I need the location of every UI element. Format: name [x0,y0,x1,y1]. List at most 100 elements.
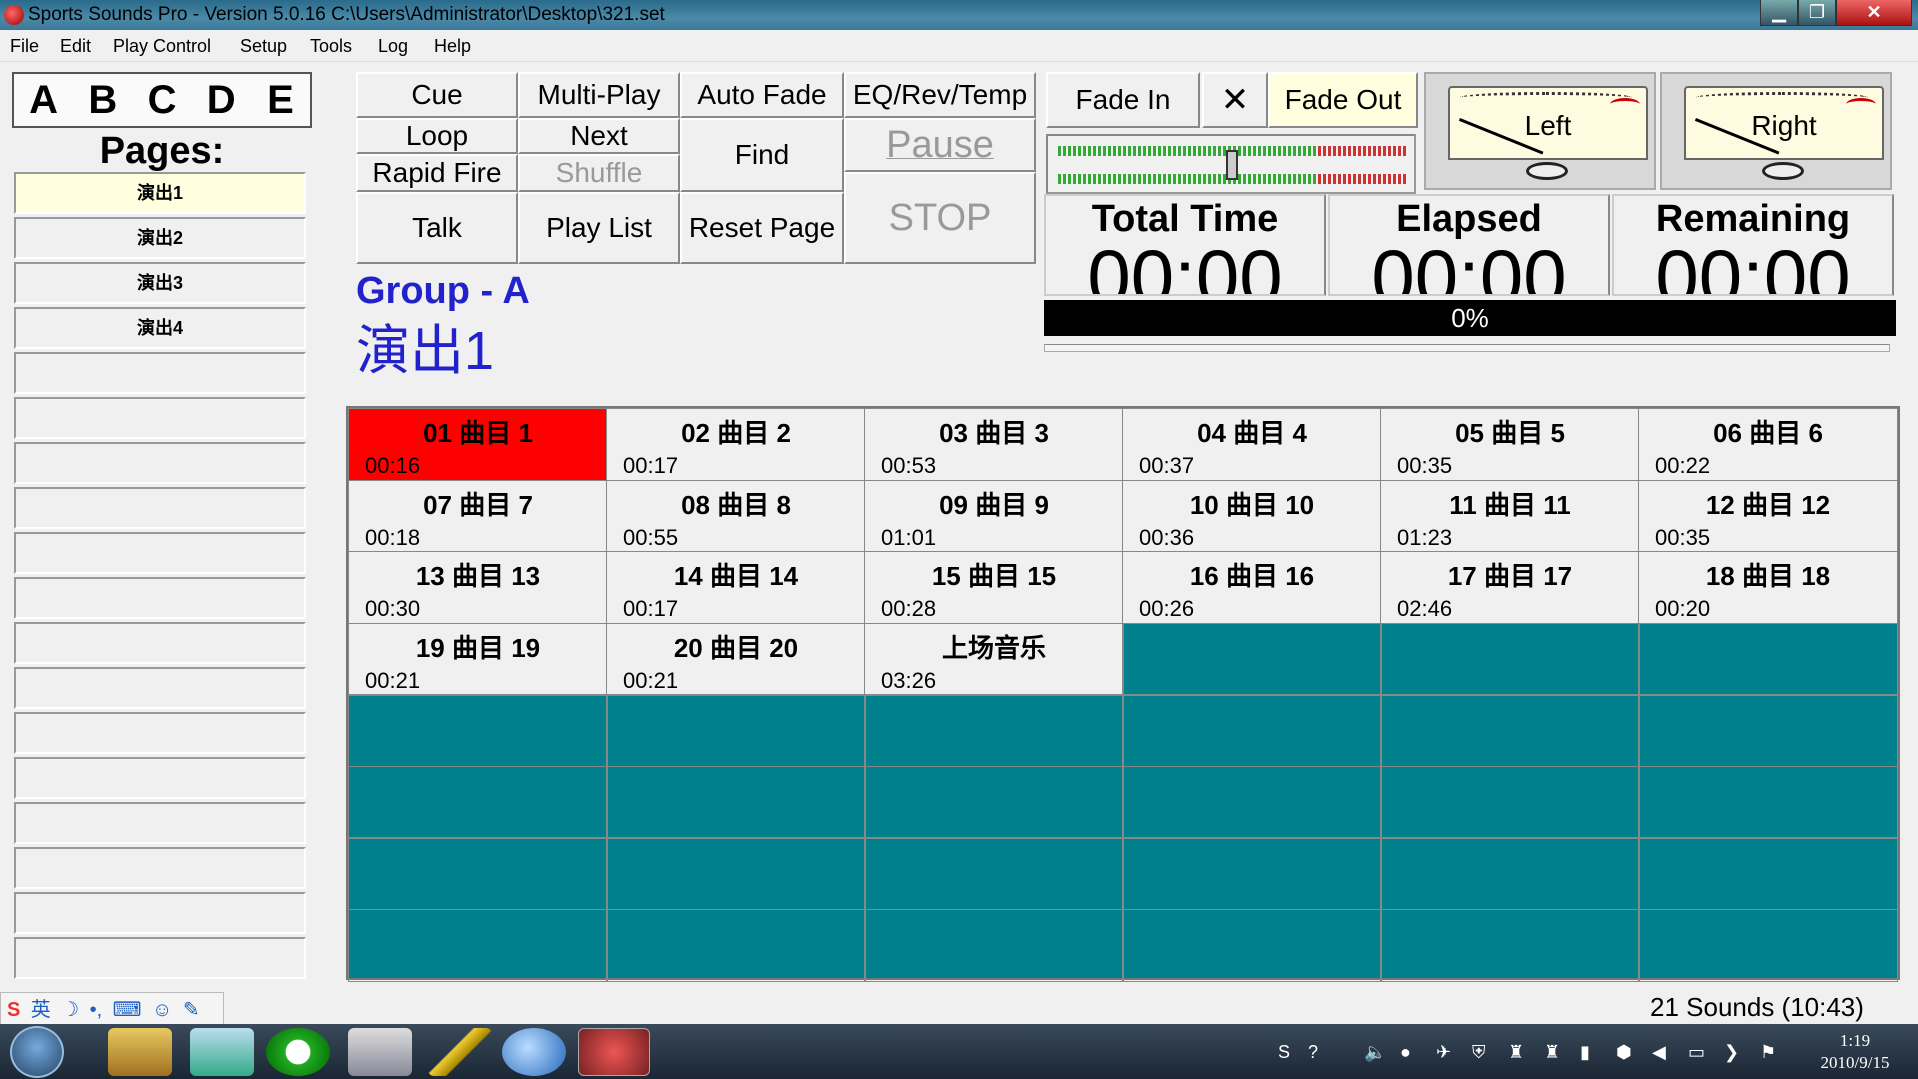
sound-button[interactable]: 06 曲目 6 00:22 [1638,408,1898,481]
empty-sound-slot[interactable] [348,694,608,767]
empty-sound-slot[interactable] [1122,837,1382,910]
empty-sound-slot[interactable] [606,765,866,839]
sound-button[interactable]: 16 曲目 16 00:26 [1122,551,1382,624]
empty-sound-slot[interactable] [864,765,1124,839]
sound-button[interactable]: 14 曲目 14 00:17 [606,551,866,624]
pen-icon[interactable] [428,1028,492,1076]
empty-sound-slot[interactable] [606,908,866,982]
talk-button[interactable]: Talk [356,192,518,264]
page-item[interactable] [14,622,306,664]
volume-icon[interactable]: 🔈 [1364,1042,1386,1063]
tray-plane-icon[interactable]: ✈ [1436,1042,1451,1063]
tray-speaker-icon[interactable]: ◀ [1652,1042,1666,1063]
sound-button[interactable]: 04 曲目 4 00:37 [1122,408,1382,481]
sound-button[interactable]: 10 曲目 10 00:36 [1122,479,1382,553]
folder-icon[interactable] [190,1028,254,1076]
sound-button[interactable]: 上场音乐 03:26 [864,622,1124,696]
sound-button[interactable]: 17 曲目 17 02:46 [1380,551,1640,624]
sound-button[interactable]: 18 曲目 18 00:20 [1638,551,1898,624]
sound-button[interactable]: 11 曲目 11 01:23 [1380,479,1640,553]
volume-slider-thumb[interactable] [1226,150,1238,180]
sound-button[interactable]: 19 曲目 19 00:21 [348,622,608,696]
menu-play-control[interactable]: Play Control [113,36,211,57]
volume-slider[interactable] [1046,134,1416,194]
empty-sound-slot[interactable] [1380,765,1640,839]
empty-sound-slot[interactable] [1638,837,1898,910]
page-item[interactable]: 演出2 [14,217,306,259]
system-clock[interactable]: 1:19 2010/9/15 [1800,1030,1910,1074]
sound-button[interactable]: 09 曲目 9 01:01 [864,479,1124,553]
fade-in-button[interactable]: Fade In [1046,72,1200,128]
menu-help[interactable]: Help [434,36,471,57]
page-item[interactable] [14,532,306,574]
user-icon[interactable]: ☺ [152,999,172,1021]
punctuation-icon[interactable]: •, [90,999,103,1021]
empty-sound-slot[interactable] [1380,622,1640,696]
sogou-icon[interactable]: S [7,999,20,1021]
sound-button[interactable]: 08 曲目 8 00:55 [606,479,866,553]
empty-sound-slot[interactable] [1380,908,1640,982]
page-item[interactable] [14,442,306,484]
empty-sound-slot[interactable] [1638,622,1898,696]
auto-fade-button[interactable]: Auto Fade [680,72,844,118]
tray-sogou-icon[interactable]: S [1278,1042,1290,1063]
stop-button[interactable]: STOP [844,172,1036,264]
ime-language[interactable]: 英 [31,999,51,1021]
fade-out-button[interactable]: Fade Out [1268,72,1418,128]
play-list-button[interactable]: Play List [518,192,680,264]
empty-sound-slot[interactable] [1122,765,1382,839]
explorer-icon[interactable] [108,1028,172,1076]
page-item[interactable] [14,847,306,889]
shuffle-button[interactable]: Shuffle [518,154,680,192]
reset-page-button[interactable]: Reset Page [680,192,844,264]
page-item[interactable] [14,712,306,754]
app-icon[interactable] [4,5,24,25]
menu-edit[interactable]: Edit [60,36,91,57]
empty-sound-slot[interactable] [1122,622,1382,696]
empty-sound-slot[interactable] [1638,694,1898,767]
page-item[interactable] [14,397,306,439]
multi-play-button[interactable]: Multi-Play [518,72,680,118]
sound-button[interactable]: 05 曲目 5 00:35 [1380,408,1640,481]
page-item[interactable] [14,892,306,934]
page-item[interactable] [14,802,306,844]
page-item[interactable] [14,937,306,979]
menu-log[interactable]: Log [378,36,408,57]
tray-security-icon[interactable]: ⬢ [1616,1042,1632,1063]
half-width-icon[interactable]: ☽ [61,999,79,1021]
empty-sound-slot[interactable] [1380,694,1640,767]
menu-tools[interactable]: Tools [310,36,352,57]
sound-button[interactable]: 01 曲目 1 00:16 [348,408,608,481]
settings-icon[interactable]: ✎ [183,999,200,1021]
empty-sound-slot[interactable] [606,694,866,767]
network-icon[interactable]: ▭ [1688,1042,1705,1063]
empty-sound-slot[interactable] [1122,694,1382,767]
empty-sound-slot[interactable] [1638,908,1898,982]
next-button[interactable]: Next [518,118,680,154]
sound-button[interactable]: 15 曲目 15 00:28 [864,551,1124,624]
page-item[interactable]: 演出3 [14,262,306,304]
empty-sound-slot[interactable] [1638,765,1898,839]
page-item[interactable] [14,577,306,619]
empty-sound-slot[interactable] [864,908,1124,982]
tray-shield-icon[interactable]: ⛨ [1472,1042,1486,1063]
close-button[interactable]: ✕ [1836,0,1912,26]
page-item[interactable] [14,667,306,709]
sound-button[interactable]: 20 曲目 20 00:21 [606,622,866,696]
empty-sound-slot[interactable] [1380,837,1640,910]
sound-button[interactable]: 03 曲目 3 00:53 [864,408,1124,481]
start-button[interactable] [10,1026,64,1078]
pause-button[interactable]: Pause [844,118,1036,172]
eq-rev-temp-button[interactable]: EQ/Rev/Temp [844,72,1036,118]
empty-sound-slot[interactable] [348,908,608,982]
tray-device-icon[interactable]: ▮ [1580,1042,1590,1063]
sound-button[interactable]: 12 曲目 12 00:35 [1638,479,1898,553]
maximize-button[interactable]: ❐ [1798,0,1836,26]
group-e-button[interactable]: E [251,74,310,126]
sports-sounds-taskbar-icon[interactable] [578,1028,650,1076]
menu-file[interactable]: File [10,36,39,57]
page-item[interactable]: 演出1 [14,172,306,214]
group-b-button[interactable]: B [73,74,132,126]
browser-icon[interactable] [266,1028,330,1076]
group-d-button[interactable]: D [192,74,251,126]
